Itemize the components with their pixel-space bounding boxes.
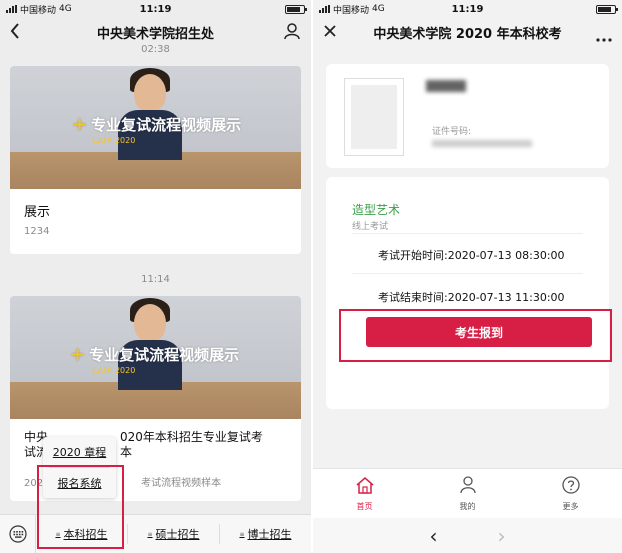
nav-bar: 中央美术学院招生处 [0, 18, 311, 46]
page-title: 中央美术学院 2020 年本科校考 [373, 26, 562, 42]
exam-name: 造型艺术 [352, 203, 401, 217]
message-time: 11:14 [141, 274, 170, 285]
keyboard-icon[interactable] [0, 514, 36, 553]
highlight-box [339, 309, 612, 362]
plus-icon: + [72, 114, 88, 135]
message-time: 02:38 [141, 44, 170, 55]
thumbnail-caption: 专业复试流程视频展示 [89, 346, 240, 364]
avatar [344, 78, 404, 156]
signal-icon [6, 5, 17, 13]
thumbnail-caption: 专业复试流程视频展示 [91, 116, 242, 134]
thumbnail-subcaption: CAFA 2020 [92, 366, 136, 375]
id-redacted [432, 140, 532, 147]
battery-icon [285, 4, 307, 14]
video-card[interactable]: + 专业复试流程视频展示 CAFA 2020 展示 1234 [10, 66, 301, 254]
carrier-info: 中国移动 4G [319, 3, 385, 16]
tab-more[interactable]: 更多 [519, 469, 622, 518]
carrier-info: 中国移动 4G [6, 3, 72, 16]
carrier-name: 中国移动 [333, 5, 370, 16]
tab-label: 首页 [356, 502, 373, 511]
left-phone-screen: 中国移动 4G 11:19 中央美术学院招生处 02:38 + 专业复试流程视频展… [0, 0, 311, 553]
browser-toolbar: ‹ › [313, 518, 622, 553]
signal-icon [319, 5, 330, 13]
tab-mine[interactable]: 我的 [416, 469, 519, 518]
close-icon[interactable] [323, 23, 337, 42]
exam-start-time: 考试开始时间:2020-07-13 08:30:00 [378, 249, 565, 262]
chevron-left-icon[interactable] [10, 23, 20, 43]
video-thumbnail: + 专业复试流程视频展示 CAFA 2020 [10, 296, 301, 419]
plus-icon: + [70, 344, 86, 365]
tab-label: 更多 [562, 502, 579, 511]
menu-item-master[interactable]: ≡ 硕士招生 [128, 526, 219, 542]
carrier-name: 中国移动 [20, 5, 57, 16]
network-type: 4G [59, 4, 72, 14]
name-redacted [426, 80, 466, 92]
exam-end-time: 考试结束时间:2020-07-13 11:30:00 [378, 291, 565, 304]
card-title: 展示 [24, 205, 51, 220]
exam-card: 造型艺术 线上考试 考试开始时间:2020-07-13 08:30:00 考试结… [326, 177, 609, 409]
tab-home[interactable]: 首页 [313, 469, 416, 518]
home-icon [355, 476, 375, 498]
forward-button[interactable]: › [498, 524, 506, 548]
user-icon[interactable] [283, 22, 301, 44]
highlight-box [37, 465, 124, 549]
card-subtitle: 1234 [24, 226, 50, 237]
id-label: 证件号码: [432, 127, 472, 137]
status-bar: 中国移动 4G 11:19 [313, 0, 622, 18]
page-title: 中央美术学院招生处 [96, 26, 214, 42]
menu-item-doctoral[interactable]: ≡ 博士招生 [220, 526, 311, 542]
network-type: 4G [372, 4, 385, 14]
tab-bar: 首页 我的 更多 [313, 468, 622, 518]
submenu-item-charter[interactable]: 2020 章程 [43, 437, 116, 467]
thumbnail-subcaption: CAFA 2020 [92, 136, 136, 145]
video-thumbnail: + 专业复试流程视频展示 CAFA 2020 [10, 66, 301, 189]
help-icon [561, 476, 581, 498]
status-bar: 中国移动 4G 11:19 [0, 0, 311, 18]
more-icon[interactable] [596, 27, 612, 46]
exam-type: 线上考试 [352, 222, 389, 232]
back-button[interactable]: ‹ [430, 524, 438, 548]
battery-icon [596, 4, 618, 14]
profile-card: 证件号码: [326, 64, 609, 168]
person-icon [458, 476, 478, 498]
right-phone-screen: 中国移动 4G 11:19 中央美术学院 2020 年本科校考 证件号码: 造型… [313, 0, 622, 553]
tab-label: 我的 [459, 502, 476, 511]
nav-bar: 中央美术学院 2020 年本科校考 [313, 18, 622, 46]
